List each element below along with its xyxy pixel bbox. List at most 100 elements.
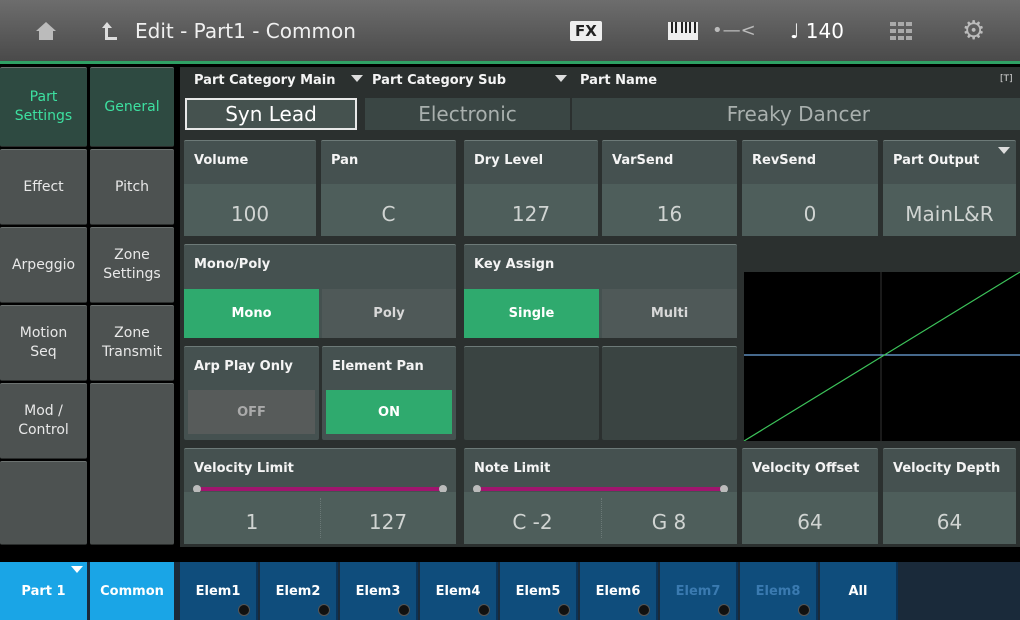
back-icon[interactable] — [95, 0, 125, 61]
page-title: Edit - Part1 - Common — [135, 18, 356, 43]
empty-panel-2 — [602, 346, 737, 440]
nav-arpeggio[interactable]: Arpeggio — [0, 227, 87, 303]
part-output-label: Part Output — [893, 153, 980, 168]
element-pan-label: Element Pan — [332, 359, 424, 374]
volume-label: Volume — [194, 153, 249, 168]
velocity-limit-param[interactable]: Velocity Limit 1 127 — [184, 448, 456, 544]
velocity-depth-value: 64 — [936, 510, 963, 534]
velocity-limit-bar — [196, 487, 444, 491]
part-name-field[interactable]: Freaky Dancer — [572, 98, 1020, 130]
velocity-depth-label: Velocity Depth — [893, 461, 1001, 476]
category-sub-label: Part Category Sub — [372, 73, 507, 88]
elem5-switch-icon[interactable] — [558, 604, 570, 616]
main-panel: Part Category Main Part Category Sub Par… — [180, 67, 1020, 547]
key-assign-label: Key Assign — [474, 257, 555, 272]
bottom-bar-filler — [900, 562, 1020, 620]
volume-value: 100 — [230, 202, 270, 226]
revsend-param[interactable]: RevSend 0 — [742, 140, 878, 236]
nav-general[interactable]: General — [90, 67, 174, 147]
revsend-label: RevSend — [752, 153, 817, 168]
velocity-graph-frame — [742, 244, 1020, 441]
elem4-label: Elem4 — [435, 583, 481, 599]
usb-icon: •—< — [712, 20, 756, 41]
velocity-limit-high: 127 — [368, 510, 408, 534]
elem4-tab[interactable]: Elem4 — [420, 562, 498, 620]
elem2-label: Elem2 — [275, 583, 321, 599]
elem5-label: Elem5 — [515, 583, 561, 599]
multi-button[interactable]: Multi — [602, 289, 737, 338]
part-dropdown-icon — [71, 566, 83, 573]
category-main-label: Part Category Main — [194, 73, 336, 88]
nav-part-settings[interactable]: Part Settings — [0, 67, 87, 147]
varsend-label: VarSend — [612, 153, 674, 168]
nav-zone-settings[interactable]: Zone Settings — [90, 227, 174, 303]
nav-mod-control[interactable]: Mod / Control — [0, 383, 87, 459]
keyboard-icon[interactable] — [668, 0, 698, 61]
nav-pitch[interactable]: Pitch — [90, 149, 174, 225]
elem8-switch-icon[interactable] — [798, 604, 810, 616]
text-edit-icon[interactable]: [T] — [1000, 74, 1013, 84]
part-name-label: Part Name — [580, 73, 658, 88]
elem6-tab[interactable]: Elem6 — [580, 562, 658, 620]
elem7-tab[interactable]: Elem7 — [660, 562, 738, 620]
velocity-limit-low: 1 — [245, 510, 259, 534]
pan-value: C — [381, 202, 396, 226]
all-elements-tab[interactable]: All — [820, 562, 898, 620]
element-pan-toggle[interactable]: ON — [326, 390, 452, 434]
elem2-tab[interactable]: Elem2 — [260, 562, 338, 620]
volume-param[interactable]: Volume 100 — [184, 140, 316, 236]
varsend-value: 16 — [656, 202, 683, 226]
elem1-switch-icon[interactable] — [238, 604, 250, 616]
category-sub-dropdown-icon — [555, 75, 567, 82]
empty-panel-1 — [464, 346, 599, 440]
pan-param[interactable]: Pan C — [321, 140, 456, 236]
elem4-switch-icon[interactable] — [478, 604, 490, 616]
note-limit-param[interactable]: Note Limit C -2 G 8 — [464, 448, 737, 544]
velocity-offset-value: 64 — [797, 510, 823, 534]
velocity-offset-param[interactable]: Velocity Offset 64 — [742, 448, 878, 544]
mono-button[interactable]: Mono — [184, 289, 319, 338]
elem6-switch-icon[interactable] — [638, 604, 650, 616]
nav-empty-sub — [90, 383, 174, 545]
part-selector-tab[interactable]: Part 1 — [0, 562, 87, 620]
elem1-tab[interactable]: Elem1 — [180, 562, 258, 620]
category-main-field[interactable]: Syn Lead — [185, 98, 357, 130]
elem7-switch-icon[interactable] — [718, 604, 730, 616]
home-icon[interactable] — [26, 0, 66, 61]
common-tab[interactable]: Common — [90, 562, 174, 620]
single-button[interactable]: Single — [464, 289, 599, 338]
note-limit-high: G 8 — [651, 510, 687, 534]
pan-label: Pan — [331, 153, 359, 168]
varsend-param[interactable]: VarSend 16 — [602, 140, 737, 236]
elem3-label: Elem3 — [355, 583, 401, 599]
poly-button[interactable]: Poly — [322, 289, 456, 338]
nav-motion-seq[interactable]: Motion Seq — [0, 305, 87, 381]
arp-play-only-label: Arp Play Only — [194, 359, 293, 374]
elem3-switch-icon[interactable] — [398, 604, 410, 616]
dry-level-param[interactable]: Dry Level 127 — [464, 140, 598, 236]
part-output-param[interactable]: Part Output MainL&R — [883, 140, 1016, 236]
tempo-display[interactable]: ♩ 140 — [790, 0, 844, 61]
fx-label: FX — [570, 20, 602, 41]
arp-play-only-toggle[interactable]: OFF — [188, 390, 315, 434]
elem5-tab[interactable]: Elem5 — [500, 562, 578, 620]
category-sub-field[interactable]: Electronic — [365, 98, 570, 130]
part-selector-label: Part 1 — [21, 583, 66, 599]
nav-effect[interactable]: Effect — [0, 149, 87, 225]
category-main-dropdown-icon — [351, 75, 363, 82]
note-limit-bar — [476, 487, 725, 491]
nav-zone-transmit[interactable]: Zone Transmit — [90, 305, 174, 381]
gear-icon[interactable]: ⚙ — [962, 0, 985, 61]
elem6-label: Elem6 — [595, 583, 641, 599]
velocity-depth-param[interactable]: Velocity Depth 64 — [883, 448, 1016, 544]
grid-icon[interactable] — [890, 0, 912, 61]
elem2-switch-icon[interactable] — [318, 604, 330, 616]
dry-level-value: 127 — [511, 202, 551, 226]
top-bar: Edit - Part1 - Common FX •—< ♩ 140 ⚙ — [0, 0, 1020, 64]
velocity-offset-label: Velocity Offset — [752, 461, 860, 476]
elem8-tab[interactable]: Elem8 — [740, 562, 818, 620]
elem8-label: Elem8 — [755, 583, 801, 599]
elem3-tab[interactable]: Elem3 — [340, 562, 418, 620]
dry-level-label: Dry Level — [474, 153, 544, 168]
fx-icon[interactable]: FX — [570, 0, 602, 61]
